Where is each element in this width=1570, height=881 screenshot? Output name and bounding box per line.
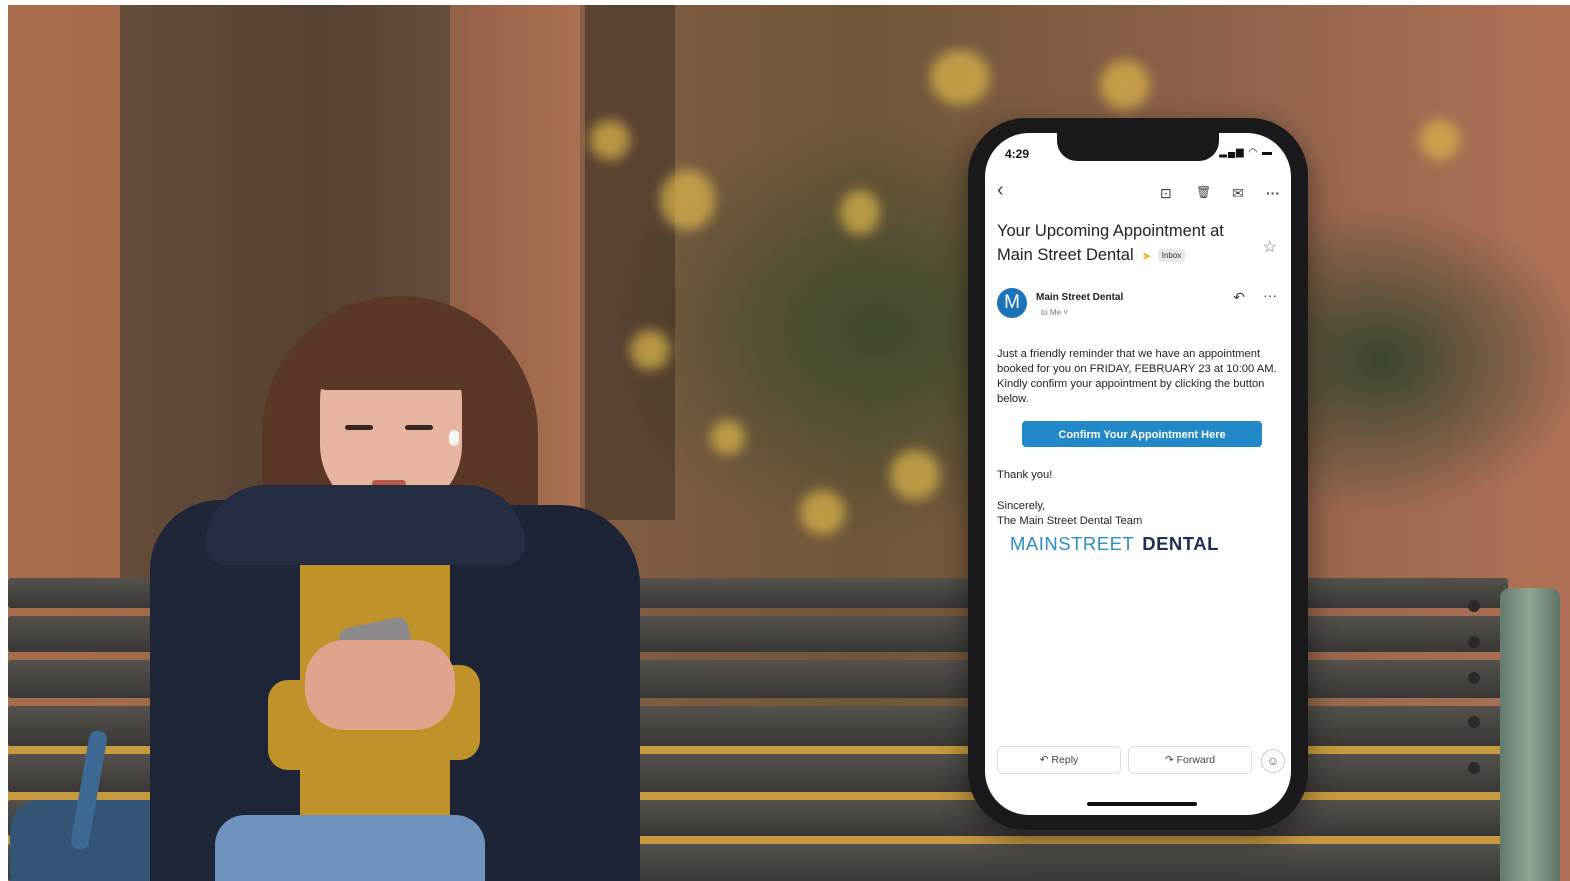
foliage-bokeh — [590, 120, 630, 160]
foliage-bokeh — [930, 50, 990, 105]
status-icons: ▂▄▆ ◠ ▬ — [1219, 147, 1273, 158]
background-shadow — [585, 0, 675, 520]
bench-bolt — [1468, 672, 1480, 684]
bench-bolt — [1468, 636, 1480, 648]
foliage-bokeh — [630, 330, 670, 370]
home-indicator — [1087, 802, 1197, 806]
foliage-bokeh — [710, 420, 745, 455]
sender-avatar: M — [997, 288, 1027, 318]
sign-off: Sincerely, The Main Street Dental Team — [997, 499, 1142, 529]
subject-text: Your Upcoming Appointment at Main Street… — [997, 222, 1224, 264]
earbud — [449, 430, 459, 446]
status-time: 4:29 — [1005, 147, 1030, 161]
foliage-bokeh — [1100, 60, 1150, 110]
inbox-label[interactable]: Inbox — [1157, 249, 1186, 263]
reply-button[interactable]: ↶ Reply — [997, 746, 1121, 774]
bench-armrest — [1500, 588, 1560, 881]
email-subject: Your Upcoming Appointment at Main Street… — [997, 219, 1247, 268]
important-tag-icon[interactable]: ➤ — [1142, 244, 1152, 268]
jeans — [215, 815, 485, 881]
delete-icon[interactable]: 🗑 — [1196, 185, 1211, 199]
email-screen: 4:29 ▂▄▆ ◠ ▬ ‹ ⊡ 🗑 ✉ ··· Your Upcoming A… — [985, 133, 1291, 815]
foliage-bokeh — [800, 490, 845, 535]
more-options-icon[interactable]: ··· — [1266, 185, 1280, 201]
reply-icon[interactable]: ↶ — [1233, 289, 1245, 306]
hands — [305, 640, 455, 730]
phone-notch — [1057, 133, 1219, 161]
woman-eye — [345, 425, 373, 430]
sender-name: Main Street Dental — [1036, 292, 1124, 303]
message-more-icon[interactable]: ··· — [1263, 287, 1277, 303]
woman-eye — [405, 425, 433, 430]
forward-button[interactable]: ↷ Forward — [1128, 746, 1252, 774]
jacket-collar — [205, 485, 525, 565]
mark-unread-icon[interactable]: ✉ — [1232, 185, 1244, 202]
bench-bolt — [1468, 716, 1480, 728]
foliage-bokeh — [840, 190, 880, 235]
signature-line: The Main Street Dental Team — [997, 515, 1143, 527]
woman-bangs — [305, 300, 485, 390]
email-body: Just a friendly reminder that we have an… — [997, 348, 1277, 405]
foliage-bokeh — [890, 450, 940, 500]
closing-line: Sincerely, — [997, 500, 1046, 512]
image-border — [0, 0, 1570, 5]
emoji-reaction-icon[interactable]: ☺ — [1261, 749, 1285, 773]
star-icon[interactable]: ☆ — [1263, 237, 1277, 257]
bench-bolt — [1468, 762, 1480, 774]
image-border — [0, 0, 8, 881]
foliage-bokeh — [660, 170, 715, 230]
thanks-line: Thank you! — [997, 469, 1053, 481]
confirm-appointment-button[interactable]: Confirm Your Appointment Here — [1022, 421, 1262, 447]
bench-bolt — [1468, 600, 1480, 612]
recipient-line[interactable]: to Me ˅ — [1041, 308, 1068, 317]
logo-mainstreet: MAINSTREET — [1010, 533, 1135, 554]
back-arrow-icon[interactable]: ‹ — [997, 179, 1004, 202]
photo-background: 4:29 ▂▄▆ ◠ ▬ ‹ ⊡ 🗑 ✉ ··· Your Upcoming A… — [0, 0, 1570, 881]
foliage-bokeh — [1420, 120, 1460, 160]
archive-icon[interactable]: ⊡ — [1160, 185, 1172, 202]
mainstreet-dental-logo: MAINSTREET DENTAL — [1010, 533, 1219, 555]
logo-dental: DENTAL — [1142, 533, 1219, 554]
